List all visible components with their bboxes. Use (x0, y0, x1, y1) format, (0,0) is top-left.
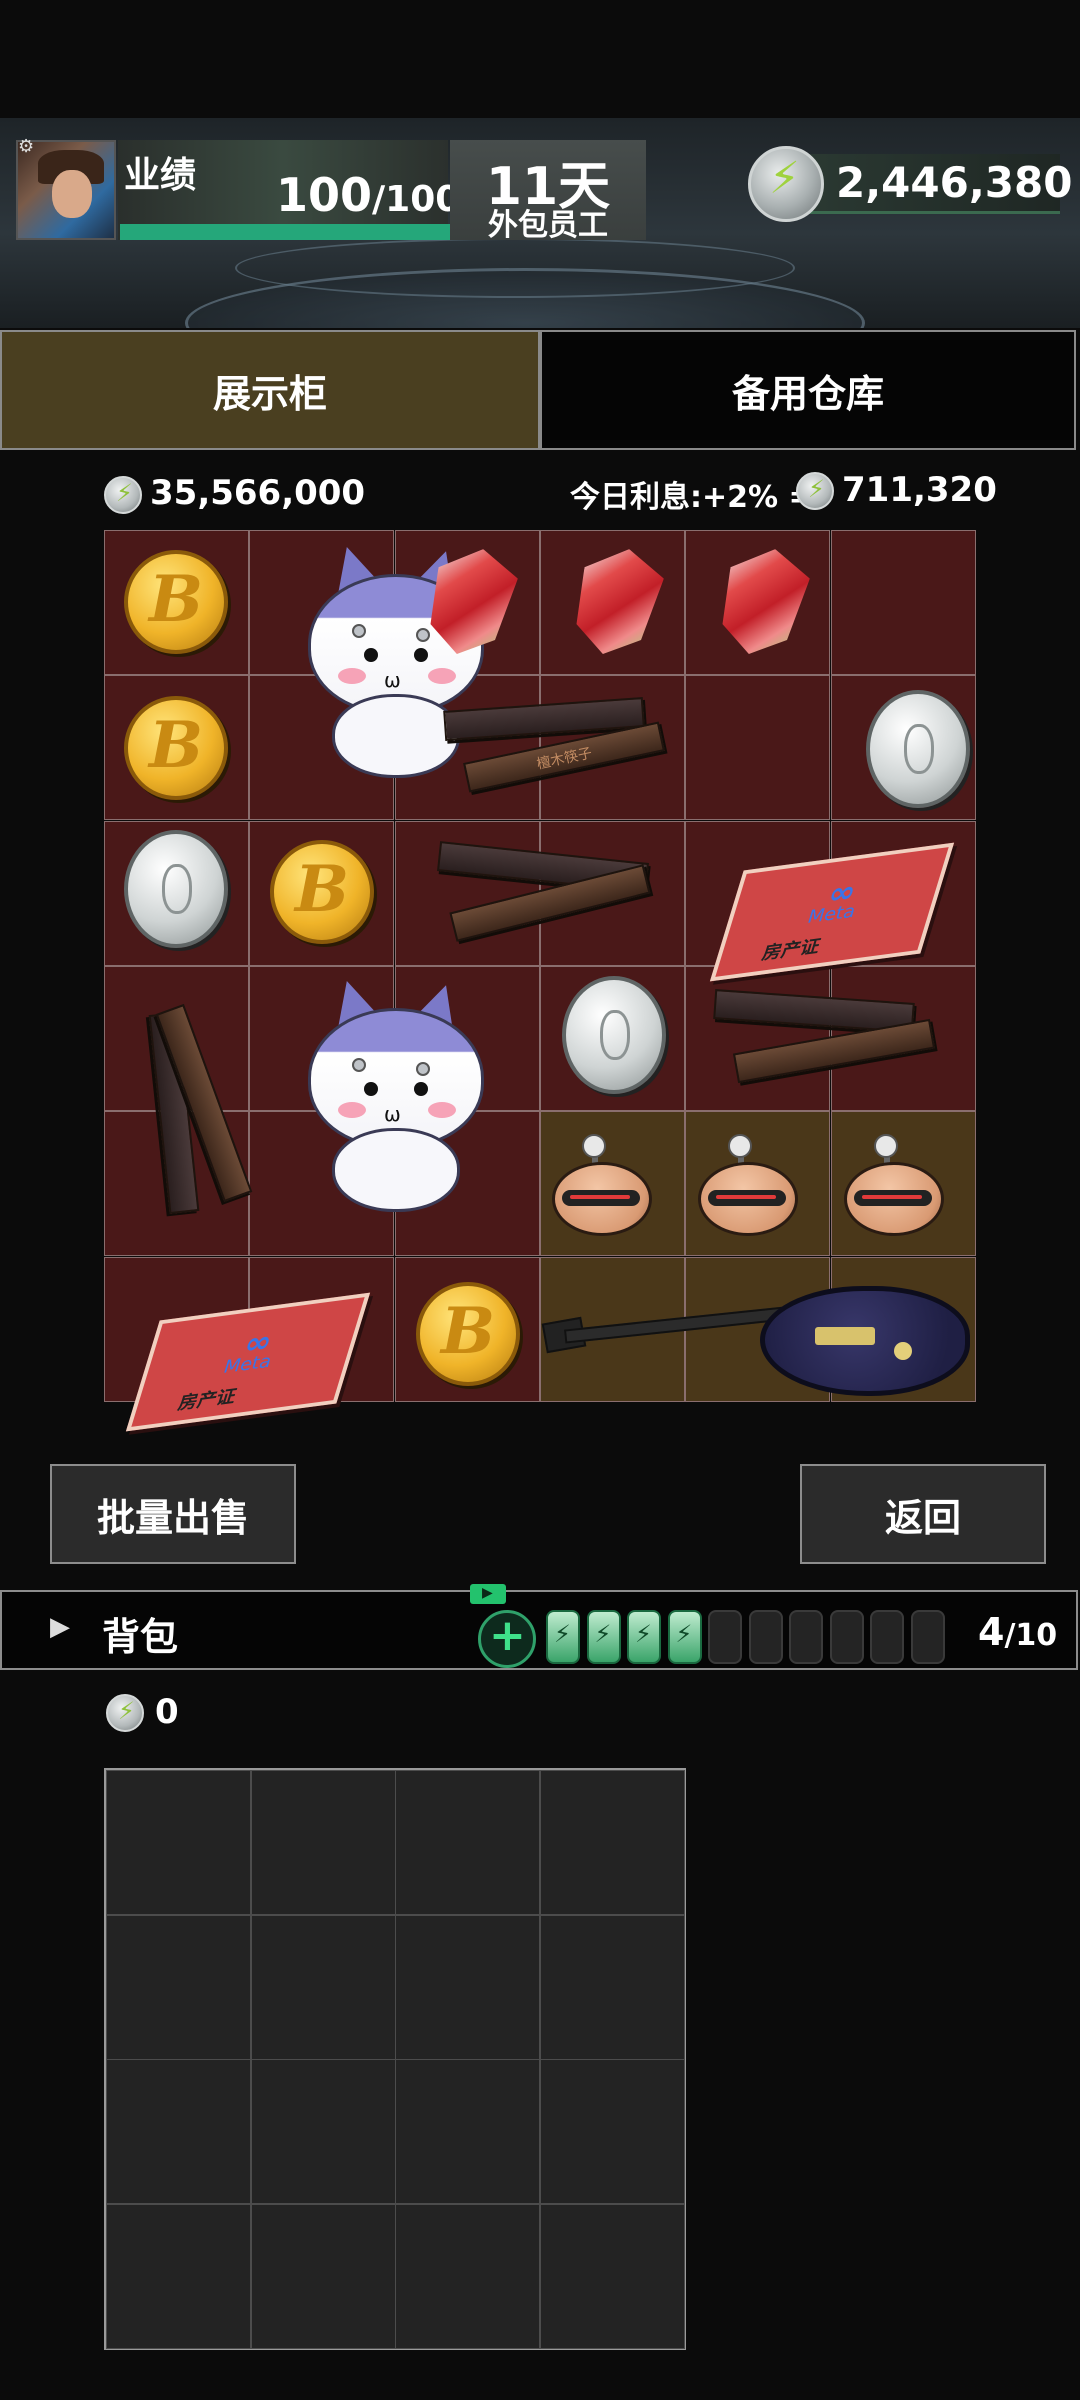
video-ad-icon: ▶ (470, 1584, 506, 1604)
capacity-battery-slots: ⚡ ⚡ ⚡ ⚡ (546, 1610, 952, 1666)
backpack-cell[interactable] (106, 1914, 251, 2060)
stage-ring (235, 238, 795, 298)
coin-total: 2,446,380 (836, 158, 1073, 207)
backpack-cell[interactable] (106, 2059, 251, 2204)
lightning-coin-icon: ⚡ (748, 146, 824, 222)
gear-icon[interactable]: ⚙ (18, 138, 34, 156)
backpack-value: 0 (155, 1692, 179, 1732)
backpack-cell[interactable] (250, 2203, 396, 2349)
performance-progress-bar (120, 224, 450, 240)
battery-empty-icon (789, 1610, 823, 1664)
performance-progress-fill (120, 224, 450, 240)
showcase-cell[interactable] (685, 675, 831, 821)
cat-plush-icon[interactable]: ω (288, 973, 498, 1228)
backpack-header[interactable]: ▶ 背包 + ▶ ⚡ ⚡ ⚡ ⚡ 4/10 (0, 1584, 1078, 1670)
top-status-bar: ⚙ 业绩 100/100 11天 外包员工 ⚡ 2,446,380 (0, 118, 1080, 328)
cert-label: 房产证 (175, 1386, 239, 1415)
back-button[interactable]: 返回 (800, 1464, 1046, 1564)
backpack-cell[interactable] (250, 2059, 396, 2204)
mask-robot-icon[interactable] (844, 1134, 952, 1238)
daily-interest-label: 今日利息:+2% = (570, 480, 814, 515)
bitcoin-icon[interactable]: B (416, 1282, 520, 1386)
battery-empty-icon (910, 1610, 945, 1664)
backpack-cell[interactable] (539, 1770, 685, 1915)
silver-coin-icon[interactable] (866, 690, 970, 808)
showcase-grid: B ω B 檀木筷子 B ∞ Meta 房产证 ω ∞ Meta 房产证 B (104, 530, 976, 1432)
lightning-coin-icon: ⚡ (796, 472, 834, 510)
cert-brand: Meta (220, 1350, 275, 1378)
showcase-total-value: 35,566,000 (150, 473, 366, 513)
wooden-box-icon[interactable] (420, 836, 670, 946)
backpack-cell[interactable] (539, 2203, 685, 2349)
wooden-box-icon[interactable] (114, 988, 253, 1248)
bulk-sell-button[interactable]: 批量出售 (50, 1464, 296, 1564)
mask-robot-icon[interactable] (552, 1134, 660, 1238)
add-capacity-button[interactable]: + (478, 1610, 536, 1668)
mask-robot-icon[interactable] (698, 1134, 806, 1238)
silver-coin-icon[interactable] (562, 976, 666, 1094)
backpack-label: 背包 (102, 1615, 179, 1659)
backpack-cell[interactable] (106, 1770, 251, 1915)
bitcoin-icon[interactable]: B (124, 550, 228, 654)
battery-empty-icon (829, 1610, 864, 1664)
battery-empty-icon (870, 1610, 904, 1664)
wooden-box-label: 檀木筷子 (535, 745, 594, 773)
bitcoin-icon[interactable]: B (270, 840, 374, 944)
wooden-box-icon[interactable] (704, 986, 954, 1096)
showcase-cell[interactable] (830, 530, 976, 675)
expand-triangle-icon[interactable]: ▶ (50, 1614, 70, 1640)
tab-showcase[interactable]: 展示柜 (0, 330, 540, 450)
role-title: 外包员工 (488, 208, 608, 243)
wooden-box-icon[interactable]: 檀木筷子 (424, 697, 674, 808)
tab-warehouse[interactable]: 备用仓库 (540, 330, 1076, 450)
performance-current: 100 (276, 168, 373, 222)
capacity-current: 4 (978, 1610, 1005, 1654)
lightning-coin-icon: ⚡ (106, 1694, 144, 1732)
backpack-cell[interactable] (395, 1770, 540, 1915)
backpack-cell[interactable] (539, 2059, 685, 2204)
backpack-cell[interactable] (106, 2203, 251, 2349)
backpack-cell[interactable] (395, 1914, 540, 2060)
battery-full-icon: ⚡ (546, 1610, 580, 1664)
battery-full-icon: ⚡ (667, 1610, 702, 1664)
battery-full-icon: ⚡ (586, 1610, 621, 1664)
battery-full-icon: ⚡ (627, 1610, 661, 1664)
performance-max: /100 (372, 179, 461, 220)
backpack-grid (104, 1768, 686, 2350)
cert-brand: Meta (804, 900, 859, 928)
battery-empty-icon (748, 1610, 783, 1664)
backpack-cell[interactable] (395, 2059, 540, 2204)
electric-guitar-icon[interactable] (541, 1276, 974, 1396)
capacity-max: /10 (1004, 1618, 1058, 1653)
lightning-coin-icon: ⚡ (104, 476, 142, 514)
performance-value: 100/100 (276, 168, 460, 222)
battery-empty-icon (708, 1610, 742, 1664)
backpack-cell[interactable] (539, 1914, 685, 2060)
silver-coin-icon[interactable] (124, 830, 228, 948)
performance-label: 业绩 (124, 155, 197, 196)
daily-interest-value: 711,320 (842, 470, 997, 510)
capacity-count: 4/10 (978, 1610, 1057, 1654)
backpack-cell[interactable] (250, 1770, 396, 1915)
cert-label: 房产证 (759, 936, 823, 965)
bitcoin-icon[interactable]: B (124, 696, 228, 800)
backpack-cell[interactable] (250, 1914, 396, 2060)
backpack-cell[interactable] (395, 2203, 540, 2349)
